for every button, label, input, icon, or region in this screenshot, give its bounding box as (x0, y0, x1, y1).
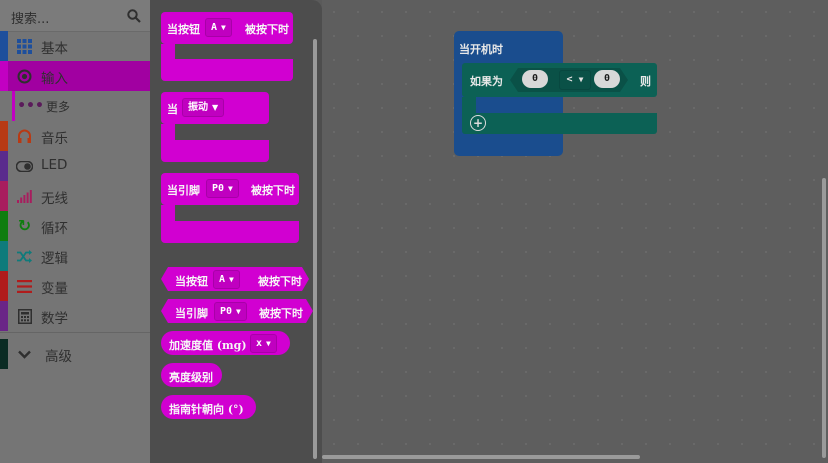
signal-bars-icon (16, 188, 33, 204)
block-text: 当 (167, 103, 178, 116)
block-text: 被按下时 (258, 275, 302, 288)
category-basic[interactable]: 基本 (0, 31, 150, 61)
category-led[interactable]: LED (0, 151, 150, 181)
flyout-scrollbar[interactable] (313, 39, 317, 459)
radio-circle-icon (16, 68, 33, 84)
button-dropdown[interactable]: A ▼ (205, 18, 232, 37)
workspace-vertical-scrollbar[interactable] (822, 178, 826, 458)
button-dropdown[interactable]: A ▼ (213, 270, 240, 289)
block-text: 当按钮 (175, 275, 208, 288)
caret-down-icon: ▼ (212, 102, 219, 112)
list-lines-icon (16, 278, 33, 294)
caret-down-icon: ▼ (578, 75, 584, 84)
category-label: 基本 (41, 41, 68, 57)
category-variables[interactable]: 变量 (0, 271, 150, 301)
caret-down-icon: ▼ (228, 184, 233, 193)
if-label: 如果为 (470, 75, 503, 88)
axis-dropdown[interactable]: x ▼ (250, 334, 277, 353)
category-loops[interactable]: ↻ 循环 (0, 211, 150, 241)
category-radio[interactable]: 无线 (0, 181, 150, 211)
block-text: 当引脚 (167, 184, 200, 197)
headphones-icon (16, 128, 33, 144)
grid-icon (16, 38, 33, 54)
search-box[interactable]: 搜索... (0, 0, 150, 32)
category-label: 数学 (41, 311, 68, 327)
block-text: 当引脚 (175, 307, 208, 320)
block-text: 被按下时 (251, 184, 295, 197)
left-number-input[interactable]: 0 (522, 70, 548, 88)
block-text: 加速度值 (mg) (169, 339, 247, 352)
category-label: 更多 (46, 100, 71, 114)
pin-dropdown[interactable]: P0 ▼ (206, 179, 239, 198)
block-text: 被按下时 (259, 307, 303, 320)
caret-down-icon: ▼ (221, 23, 226, 32)
add-else-plus-icon[interactable]: + (470, 115, 486, 131)
gesture-dropdown[interactable]: 振动 ▼ (182, 98, 225, 117)
toggle-icon (16, 158, 33, 174)
category-input-more[interactable]: ••• 更多 (0, 91, 150, 121)
chevron-down-icon (16, 346, 33, 362)
block-text: 当按钮 (167, 23, 200, 36)
on-start-label: 当开机时 (459, 43, 503, 56)
caret-down-icon: ▼ (229, 275, 234, 284)
right-number-input[interactable]: 0 (594, 70, 620, 88)
category-label: 循环 (41, 221, 68, 237)
search-input[interactable]: 搜索... (11, 8, 49, 27)
block-text: 被按下时 (245, 23, 289, 36)
category-label: 音乐 (41, 131, 68, 147)
category-label: LED (41, 157, 68, 173)
refresh-icon: ↻ (17, 216, 32, 235)
category-sidebar: 搜索... 基本 输入 ••• 更多 音乐 LED 无线 ↻ 循环 逻辑 变量 … (0, 0, 150, 463)
category-music[interactable]: 音乐 (0, 121, 150, 151)
category-math[interactable]: 数学 (0, 301, 150, 331)
block-text: 亮度级别 (169, 371, 213, 384)
workspace-horizontal-scrollbar[interactable] (322, 455, 640, 459)
operator-dropdown[interactable]: < ▼ (559, 70, 591, 90)
more-dots-icon: ••• (17, 98, 44, 114)
category-label: 无线 (41, 191, 68, 207)
block-text: 指南针朝向 (°) (169, 403, 244, 416)
category-label: 输入 (41, 71, 68, 87)
if-block-bottom (462, 113, 657, 134)
category-input[interactable]: 输入 (0, 61, 150, 91)
category-logic[interactable]: 逻辑 (0, 241, 150, 271)
search-icon[interactable] (127, 9, 141, 23)
sidebar-divider (0, 332, 150, 333)
category-label: 高级 (45, 349, 72, 365)
shuffle-icon (16, 248, 33, 264)
pin-dropdown[interactable]: P0 ▼ (214, 302, 247, 321)
category-advanced[interactable]: 高级 (0, 339, 150, 369)
then-label: 则 (640, 75, 651, 88)
calculator-icon (16, 308, 33, 324)
caret-down-icon: ▼ (236, 307, 241, 316)
category-label: 逻辑 (41, 251, 68, 267)
category-label: 变量 (41, 281, 68, 297)
caret-down-icon: ▼ (266, 339, 271, 348)
